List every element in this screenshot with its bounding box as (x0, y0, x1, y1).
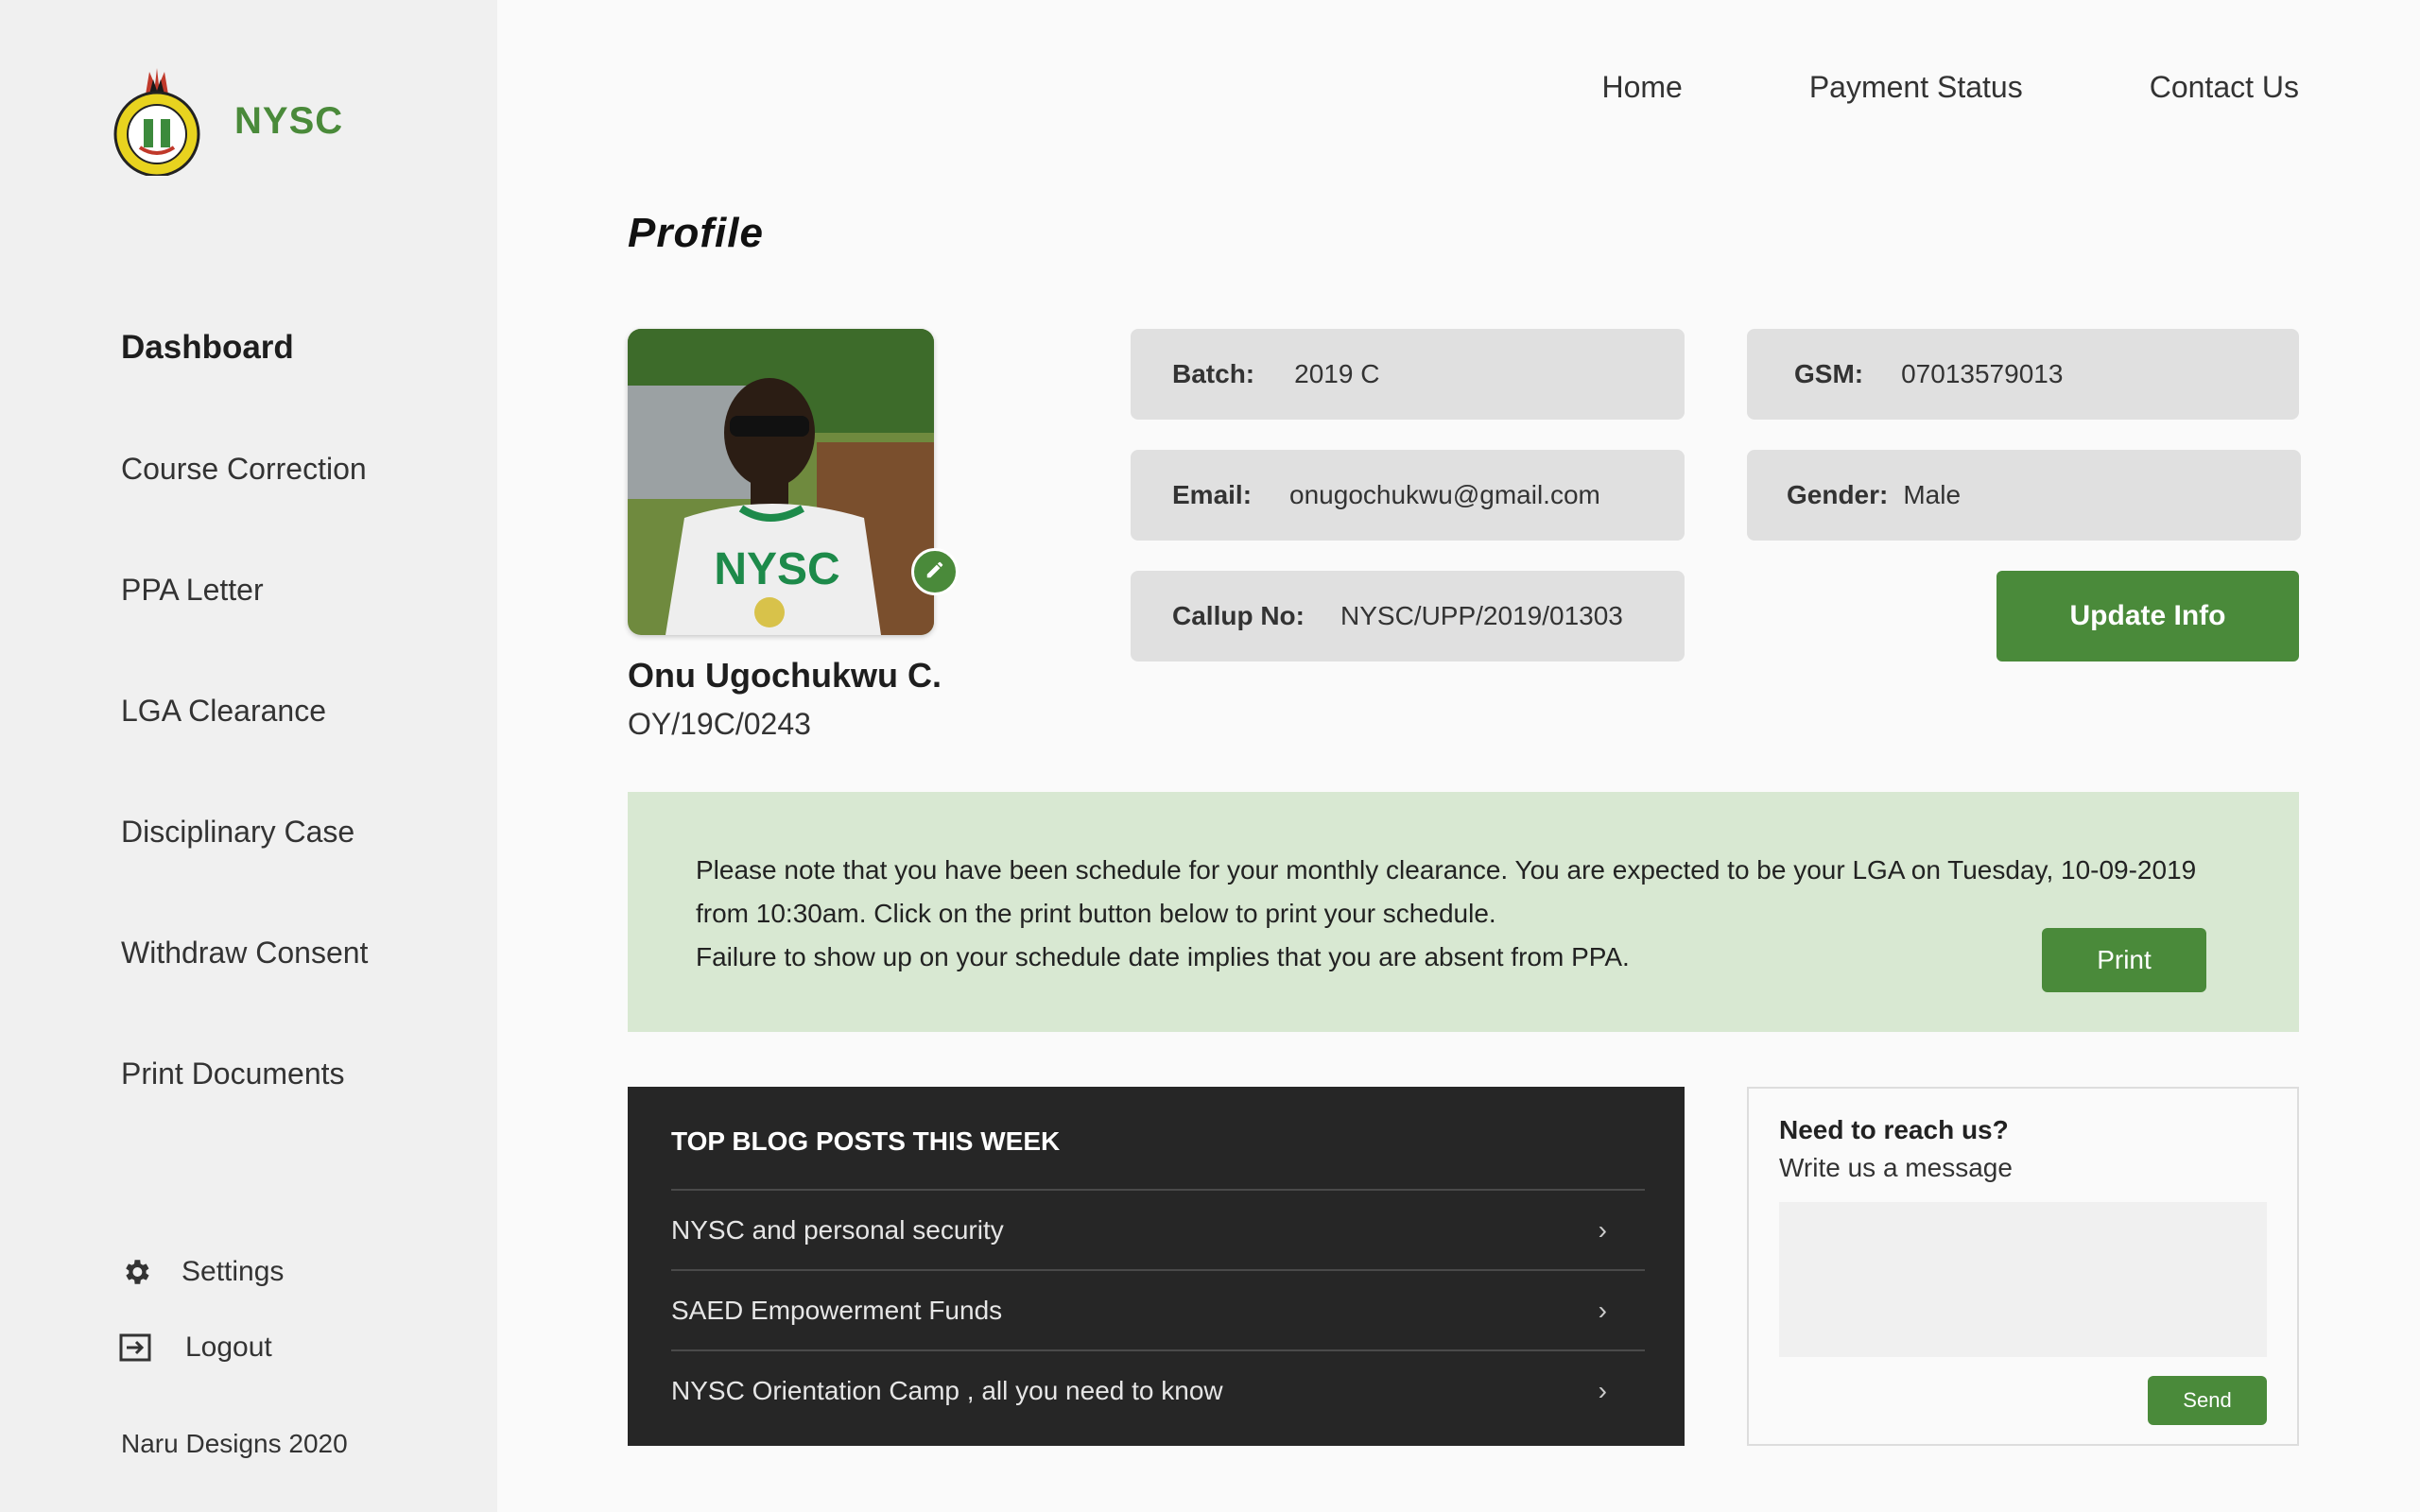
blog-post-title: NYSC and personal security (671, 1214, 1004, 1245)
chevron-right-icon: › (1598, 1295, 1607, 1325)
top-nav: Home Payment Status Contact Us (1475, 70, 2299, 105)
sidebar-item-dashboard[interactable]: Dashboard (121, 321, 368, 442)
email-label: Email: (1172, 480, 1253, 509)
batch-field: Batch: 2019 C (1131, 329, 1685, 420)
blog-post-item[interactable]: SAED Empowerment Funds › (671, 1269, 1645, 1349)
nav-contact-us[interactable]: Contact Us (2150, 70, 2299, 105)
sidebar-item-course-correction[interactable]: Course Correction (121, 442, 368, 563)
gsm-label: GSM: (1794, 359, 1864, 388)
print-button[interactable]: Print (2042, 928, 2206, 992)
settings-label: Settings (182, 1256, 285, 1287)
gsm-value: 07013579013 (1901, 359, 2064, 388)
logo[interactable]: NYSC (112, 66, 344, 178)
state-code: OY/19C/0243 (628, 707, 811, 741)
sidebar-item-ppa-letter[interactable]: PPA Letter (121, 563, 368, 684)
chevron-right-icon: › (1598, 1214, 1607, 1245)
notice-line-1: Please note that you have been schedule … (696, 855, 2197, 885)
blog-title: TOP BLOG POSTS THIS WEEK (671, 1126, 1061, 1156)
notice-line-2: from 10:30am. Click on the print button … (696, 899, 1496, 928)
email-value: onugochukwu@gmail.com (1289, 480, 1600, 509)
blog-post-item[interactable]: NYSC Orientation Camp , all you need to … (671, 1349, 1645, 1430)
pencil-icon (925, 559, 945, 585)
email-field: Email: onugochukwu@gmail.com (1131, 450, 1685, 541)
batch-value: 2019 C (1294, 359, 1380, 388)
sidebar-item-print-documents[interactable]: Print Documents (121, 1047, 368, 1168)
nav-payment-status[interactable]: Payment Status (1809, 70, 2023, 105)
sidebar-nav: Dashboard Course Correction PPA Letter L… (121, 321, 368, 1168)
clearance-notice: Please note that you have been schedule … (628, 792, 2299, 1032)
brand-name: NYSC (234, 99, 344, 142)
message-input[interactable] (1779, 1202, 2267, 1357)
sidebar: NYSC Dashboard Course Correction PPA Let… (0, 0, 497, 1512)
gender-field: Gender: Male (1747, 450, 2301, 541)
settings-link[interactable]: Settings (119, 1234, 284, 1310)
contact-subtitle: Write us a message (1779, 1153, 2013, 1182)
profile-photo[interactable]: NYSC (628, 329, 934, 635)
blog-post-item[interactable]: NYSC and personal security › (671, 1189, 1645, 1269)
callup-field: Callup No: NYSC/UPP/2019/01303 (1131, 571, 1685, 662)
sidebar-item-lga-clearance[interactable]: LGA Clearance (121, 684, 368, 805)
sidebar-item-withdraw-consent[interactable]: Withdraw Consent (121, 926, 368, 1047)
profile-name: Onu Ugochukwu C. (628, 656, 942, 695)
sidebar-item-disciplinary-case[interactable]: Disciplinary Case (121, 805, 368, 926)
footer-credit: Naru Designs 2020 (121, 1429, 348, 1458)
gender-value: Male (1903, 480, 1962, 509)
contact-panel: Need to reach us? Write us a message Sen… (1747, 1087, 2299, 1446)
contact-title: Need to reach us? (1779, 1115, 2009, 1144)
blog-list: NYSC and personal security › SAED Empowe… (671, 1189, 1645, 1430)
callup-label: Callup No: (1172, 601, 1305, 630)
blog-post-title: SAED Empowerment Funds (671, 1295, 1003, 1325)
nysc-emblem-icon (112, 66, 202, 178)
page-title: Profile (628, 210, 764, 256)
edit-photo-button[interactable] (911, 548, 959, 595)
blog-panel: TOP BLOG POSTS THIS WEEK NYSC and person… (628, 1087, 1685, 1446)
svg-text:NYSC: NYSC (714, 544, 839, 594)
logout-label: Logout (185, 1332, 272, 1363)
notice-text: Please note that you have been schedule … (696, 849, 2227, 979)
logout-icon (119, 1331, 153, 1365)
gsm-field: GSM: 07013579013 (1747, 329, 2299, 420)
chevron-right-icon: › (1598, 1375, 1607, 1405)
nav-home[interactable]: Home (1601, 70, 1682, 105)
logout-link[interactable]: Logout (119, 1310, 284, 1385)
batch-label: Batch: (1172, 359, 1255, 388)
sidebar-footer-links: Settings Logout (119, 1234, 284, 1385)
blog-post-title: NYSC Orientation Camp , all you need to … (671, 1375, 1223, 1405)
update-info-button[interactable]: Update Info (1996, 571, 2299, 662)
gear-icon (119, 1255, 153, 1289)
callup-value: NYSC/UPP/2019/01303 (1340, 601, 1623, 630)
send-button[interactable]: Send (2148, 1376, 2267, 1425)
gender-label: Gender: (1787, 480, 1889, 509)
notice-line-3: Failure to show up on your schedule date… (696, 942, 1630, 971)
